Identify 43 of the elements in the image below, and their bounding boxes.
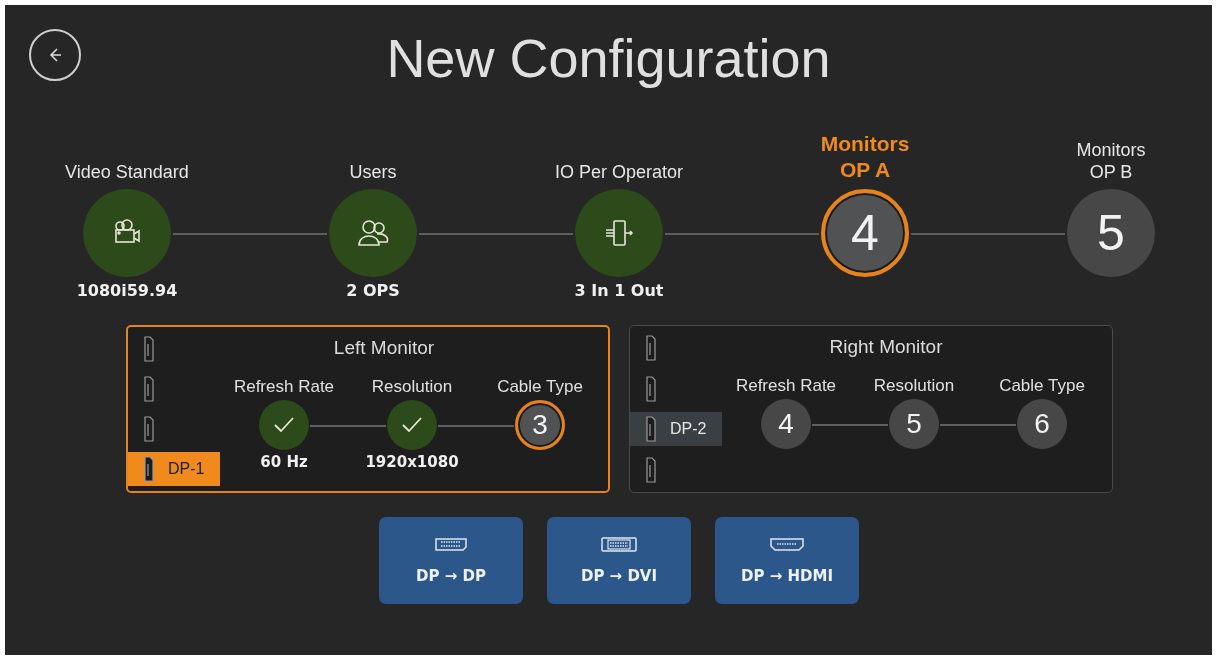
step-number-marker[interactable]: 4 [761, 399, 811, 449]
displayport-connector-icon [433, 536, 469, 553]
page-title: New Configuration [385, 27, 832, 89]
setting-label: Cable Type [999, 376, 1085, 396]
step-number-marker[interactable]: 3 [515, 400, 565, 450]
hdmi-connector-icon [769, 536, 805, 553]
cable-option-button[interactable]: DP → DP [379, 517, 523, 604]
port-tab[interactable]: DP-2 [630, 412, 722, 447]
step-label: Video Standard [65, 161, 189, 184]
step-number-marker[interactable]: 5 [889, 399, 939, 449]
cable-option-button[interactable]: DP → DVI [547, 517, 691, 604]
setting-label: Resolution [873, 376, 955, 396]
back-button[interactable] [29, 29, 81, 81]
completed-step-marker[interactable] [259, 400, 309, 450]
monitor-title: Left Monitor [333, 337, 435, 359]
monitor-panel[interactable]: DP-2 Right Monitor Refresh Rate 4 Resolution 5 Cable Type 6 [629, 325, 1113, 493]
step-value: 3 In 1 Out [574, 281, 664, 302]
step-number-marker[interactable]: 5 [1067, 189, 1155, 277]
step-label: Monitors OP A [819, 131, 911, 183]
completed-step-marker[interactable] [387, 400, 437, 450]
users-icon [356, 218, 390, 248]
setting-label: Refresh Rate [735, 376, 837, 396]
port-icon [646, 416, 656, 443]
dvi-connector-icon [601, 536, 637, 553]
setting-value: 60 Hz [260, 453, 308, 473]
step-number-marker[interactable]: 6 [1017, 399, 1067, 449]
step-value: 1080i59.94 [76, 281, 178, 302]
setting-label: Refresh Rate [233, 377, 335, 397]
step-label: IO Per Operator [554, 161, 684, 184]
step-number-marker[interactable]: 4 [821, 189, 909, 277]
port-tab[interactable]: DP-1 [128, 452, 220, 486]
monitor-panel[interactable]: DP-1 Left Monitor Refresh Rate 60 Hz Resolution 1920x1080 Cable Type 3 [126, 325, 610, 493]
checkmark-icon [400, 415, 424, 435]
monitor-title: Right Monitor [829, 336, 943, 358]
setting-label: Resolution [371, 377, 453, 397]
setting-value: 1920x1080 [365, 453, 459, 473]
checkmark-icon [272, 415, 296, 435]
cable-option-button[interactable]: DP → HDMI [715, 517, 859, 604]
setting-label: Cable Type [497, 377, 583, 397]
step-label: Users [349, 161, 397, 184]
port-icon [144, 456, 154, 482]
step-value: 2 OPS [346, 281, 400, 302]
step-label: Monitors OP B [1075, 139, 1147, 184]
